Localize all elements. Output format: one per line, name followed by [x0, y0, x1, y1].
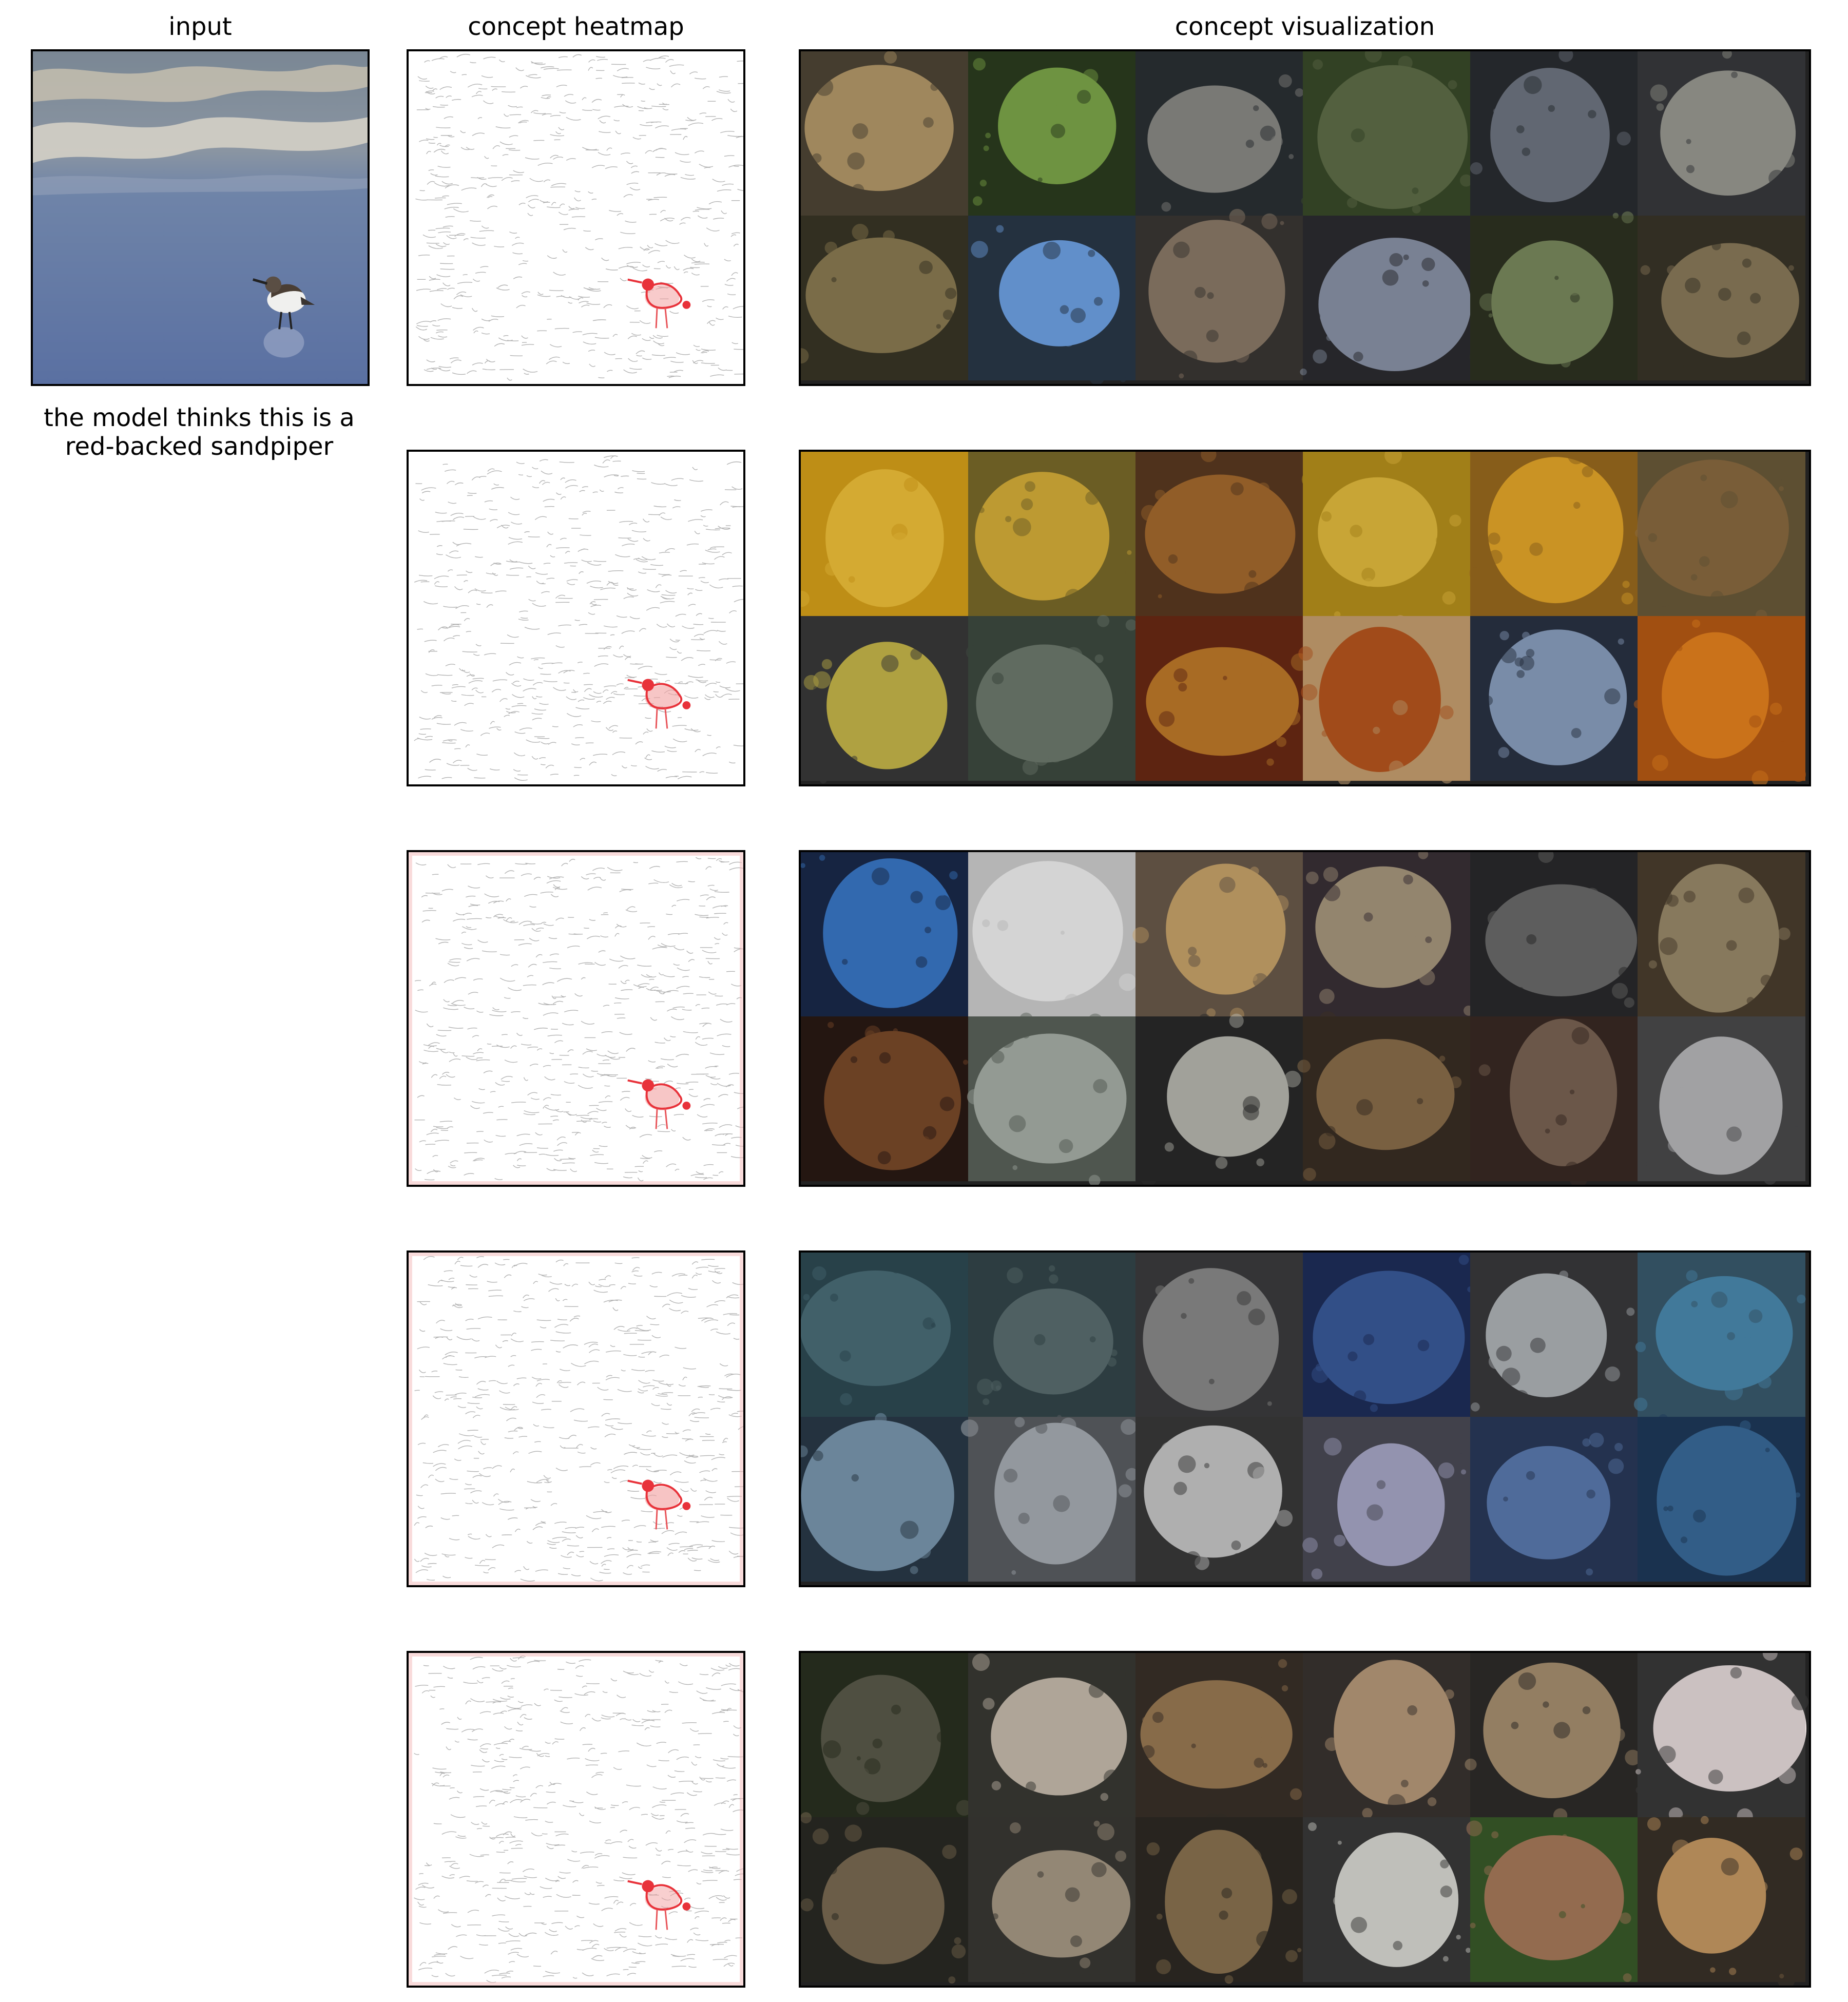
heatmap-column-title: concept heatmap	[468, 12, 684, 41]
visualization-tile	[967, 1012, 1137, 1185]
concept-visualization-3	[799, 850, 1811, 1187]
visualization-tile	[960, 1415, 1139, 1582]
visualization-tile	[1465, 1653, 1641, 1822]
visualization-tile	[1470, 1016, 1639, 1185]
concept-heatmap-3	[407, 850, 745, 1187]
visualization-tile	[1301, 51, 1473, 217]
visualization-tile	[1469, 211, 1644, 381]
visualization-tile	[1470, 51, 1639, 217]
visualization-tile	[1132, 852, 1304, 1022]
visualization-tile	[1638, 1814, 1806, 1986]
visualization-tile	[1466, 1817, 1641, 1982]
visualization-tile	[1135, 452, 1304, 617]
visualization-tile	[1135, 1813, 1304, 1984]
visualization-tile	[1635, 1653, 1809, 1824]
visualization-tile	[1638, 852, 1806, 1017]
visualization-tile	[1302, 1417, 1471, 1582]
visualization-tile	[1303, 1653, 1471, 1819]
visualization-tile	[966, 614, 1139, 781]
visualization-tile	[801, 852, 969, 1024]
visualization-tile	[1634, 452, 1806, 622]
visualization-tile	[1633, 616, 1806, 784]
prediction-caption-line2: red-backed sandpiper	[65, 432, 334, 461]
visualization-tile	[1135, 1253, 1304, 1418]
visualization-tile	[968, 51, 1137, 217]
visualization-tile	[801, 1253, 969, 1418]
visualization-tile	[1135, 1417, 1307, 1582]
visualization-tile	[1638, 1016, 1806, 1185]
visualization-tile	[1470, 1253, 1639, 1418]
input-image	[31, 49, 370, 386]
visualization-tile	[1135, 51, 1308, 219]
concept-heatmap-1	[407, 49, 745, 386]
concept-heatmap-4	[407, 1250, 745, 1587]
visualization-tile	[1638, 1414, 1806, 1582]
visualization-tile	[801, 452, 969, 617]
visualization-tile	[1135, 1013, 1304, 1185]
visualization-tile	[801, 216, 969, 381]
visualization-tile	[1301, 452, 1471, 618]
heatmap-edge-map	[409, 1253, 743, 1585]
visualization-tile	[968, 452, 1137, 619]
heatmap-edge-map	[409, 452, 743, 784]
prediction-caption-line1: the model thinks this is a	[44, 403, 355, 432]
prediction-caption: the model thinks this is a red-backed sa…	[4, 403, 394, 461]
visualization-tile	[968, 1253, 1137, 1418]
visualization-column-title: concept visualization	[1175, 12, 1435, 41]
concept-visualization-5	[799, 1651, 1811, 1988]
concept-heatmap-5	[407, 1651, 745, 1988]
concept-visualization-2	[799, 450, 1811, 786]
visualization-tile	[1633, 1253, 1806, 1418]
visualization-tile	[801, 616, 969, 784]
visualization-tile	[1470, 616, 1639, 781]
visualization-tile	[968, 1817, 1137, 1982]
visualization-tile	[1470, 852, 1639, 1017]
visualization-tile	[968, 1653, 1137, 1823]
visualization-tile	[1638, 51, 1806, 217]
visualization-tile	[801, 1016, 974, 1182]
visualization-tile	[801, 51, 969, 217]
visualization-tile	[801, 1812, 969, 1984]
visualization-tile	[1135, 616, 1309, 781]
visualization-tile	[1470, 1417, 1639, 1582]
visualization-tile	[968, 852, 1137, 1017]
visualization-tile	[1303, 1817, 1471, 1982]
visualization-tile	[968, 216, 1137, 384]
visualization-tile	[1135, 1653, 1304, 1818]
heatmap-edge-map	[409, 1653, 743, 1986]
visualization-tile	[1300, 216, 1471, 381]
visualization-tile	[1303, 1253, 1473, 1418]
visualization-tile	[801, 1413, 969, 1582]
input-photo	[33, 51, 368, 384]
concept-visualization-1	[799, 49, 1811, 386]
visualization-tile	[1303, 852, 1474, 1017]
concept-visualization-4	[799, 1250, 1811, 1587]
visualization-tile	[1298, 615, 1471, 784]
input-column-title: input	[168, 12, 232, 41]
visualization-tile	[801, 1653, 972, 1818]
concept-heatmap-2	[407, 450, 745, 786]
visualization-tile	[1297, 1011, 1473, 1182]
visualization-tile	[1469, 452, 1639, 617]
visualization-tile	[1135, 208, 1304, 381]
visualization-tile	[1638, 216, 1806, 381]
heatmap-edge-map	[409, 852, 743, 1185]
heatmap-edge-map	[409, 51, 743, 384]
